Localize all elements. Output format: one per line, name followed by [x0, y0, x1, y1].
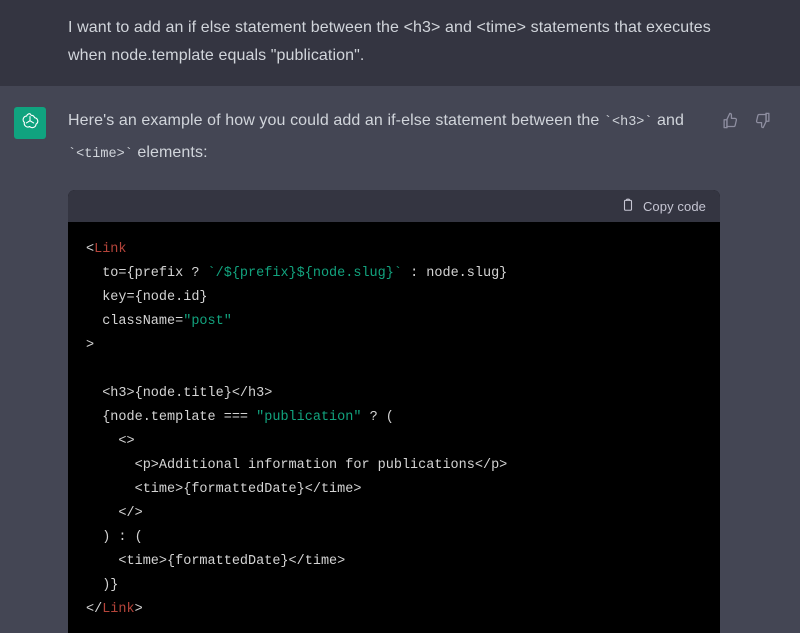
- code-token: <time>{formattedDate}</time>: [86, 482, 362, 497]
- code-token: >: [134, 602, 143, 617]
- thumbs-down-button[interactable]: [752, 112, 773, 133]
- copy-code-button[interactable]: Copy code: [621, 198, 706, 215]
- user-message-text: I want to add an if else statement betwe…: [68, 19, 711, 64]
- chat-conversation: I want to add an if else statement betwe…: [0, 0, 800, 633]
- thumbs-down-icon: [754, 112, 771, 134]
- inline-code-time: `<time>`: [68, 147, 133, 162]
- copy-code-label: Copy code: [642, 198, 706, 214]
- code-token: to={prefix ?: [86, 266, 208, 281]
- code-token: <: [86, 242, 95, 257]
- thumbs-up-button[interactable]: [720, 112, 741, 133]
- clipboard-icon: [621, 198, 635, 215]
- code-line: <time>{formattedDate}</time>: [86, 550, 702, 574]
- code-line: ) : (: [86, 526, 702, 550]
- code-token: <>: [86, 434, 135, 449]
- assistant-message-turn: Here's an example of how you could add a…: [0, 86, 800, 633]
- code-token: ) : (: [86, 530, 143, 545]
- code-line: {node.template === "publication" ? (: [86, 406, 702, 430]
- code-token: Link: [102, 602, 135, 617]
- code-block: Copy code <Link to={prefix ? `/${prefix}…: [68, 190, 720, 633]
- inline-code-h3: `<h3>`: [603, 115, 653, 130]
- assistant-avatar: [14, 107, 46, 139]
- user-message-turn: I want to add an if else statement betwe…: [0, 0, 800, 86]
- assistant-intro-text: Here's an example of how you could add a…: [68, 106, 708, 170]
- code-line: >: [86, 334, 702, 358]
- code-line: <time>{formattedDate}</time>: [86, 478, 702, 502]
- code-token: "publication": [256, 410, 362, 425]
- code-block-header: Copy code: [68, 190, 720, 222]
- code-token: >: [86, 338, 95, 353]
- code-line: </Link>: [86, 598, 702, 622]
- code-token: "post": [183, 314, 232, 329]
- code-token: key={node.id}: [86, 290, 208, 305]
- code-token: <p>Additional information for publicatio…: [86, 458, 508, 473]
- thumbs-up-icon: [722, 112, 739, 134]
- code-token: : node.slug}: [401, 266, 508, 281]
- assistant-message-body: Here's an example of how you could add a…: [46, 106, 720, 170]
- code-line: to={prefix ? `/${prefix}${node.slug}` : …: [86, 262, 702, 286]
- code-line: <p>Additional information for publicatio…: [86, 454, 702, 478]
- code-token: <time>{formattedDate}</time>: [86, 554, 346, 569]
- code-line: key={node.id}: [86, 286, 702, 310]
- openai-logo-icon: [20, 111, 40, 136]
- code-token: Link: [94, 242, 127, 257]
- code-token: </: [86, 602, 103, 617]
- user-message-row: I want to add an if else statement betwe…: [0, 14, 800, 70]
- assistant-intro-part3: elements:: [132, 144, 208, 161]
- code-line: </>: [86, 502, 702, 526]
- code-line: className="post": [86, 310, 702, 334]
- code-token: {node.template ===: [86, 410, 257, 425]
- assistant-intro-part2: and: [652, 112, 685, 129]
- assistant-intro-part1: Here's an example of how you could add a…: [68, 112, 604, 129]
- code-token: <h3>{node.title}</h3>: [86, 386, 273, 401]
- code-line: )}: [86, 574, 702, 598]
- code-block-content[interactable]: <Link to={prefix ? `/${prefix}${node.slu…: [68, 222, 720, 633]
- code-token: )}: [86, 578, 119, 593]
- assistant-message-row: Here's an example of how you could add a…: [0, 106, 800, 170]
- code-token: ? (: [361, 410, 394, 425]
- message-feedback-controls: [720, 106, 776, 133]
- code-token: `/${prefix}${node.slug}`: [207, 266, 402, 281]
- code-token: className=: [86, 314, 184, 329]
- code-line: <Link: [86, 238, 702, 262]
- code-token: </>: [86, 506, 143, 521]
- code-line: <h3>{node.title}</h3>: [86, 382, 702, 406]
- code-line: <>: [86, 430, 702, 454]
